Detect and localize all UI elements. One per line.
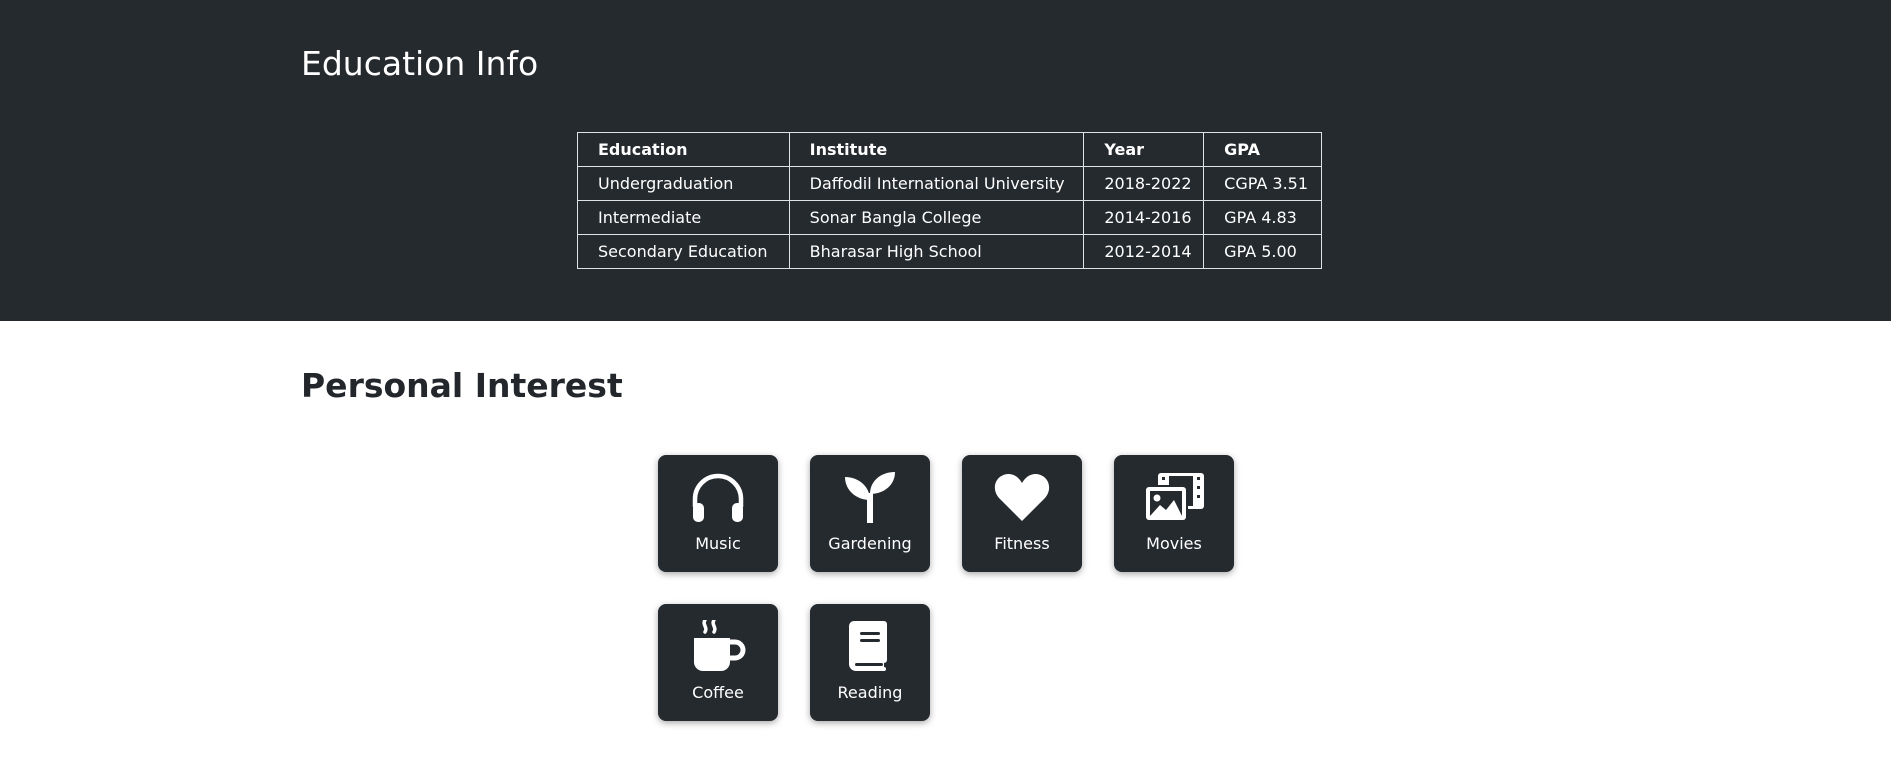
table-row: Undergraduation Daffodil International U… <box>577 166 1322 201</box>
gpa-cell: GPA 4.83 <box>1203 200 1322 235</box>
heart-icon <box>994 474 1050 521</box>
table-header-row: Education Institute Year GPA <box>577 132 1322 167</box>
institute-cell: Sonar Bangla College <box>788 200 1085 235</box>
year-cell: 2014-2016 <box>1083 200 1205 235</box>
interest-title: Personal Interest <box>301 366 623 405</box>
institute-cell: Daffodil International University <box>788 166 1085 201</box>
education-cell: Intermediate <box>577 200 790 235</box>
interest-label: Movies <box>1146 534 1202 553</box>
interest-card-music[interactable]: Music <box>658 455 778 572</box>
interest-card-gardening[interactable]: Gardening <box>810 455 930 572</box>
table-row: Intermediate Sonar Bangla College 2014-2… <box>577 200 1322 235</box>
interest-label: Reading <box>837 683 903 702</box>
column-header-year: Year <box>1083 132 1205 167</box>
column-header-institute: Institute <box>788 132 1085 167</box>
gpa-cell: GPA 5.00 <box>1203 234 1322 269</box>
table-row: Secondary Education Bharasar High School… <box>577 234 1322 269</box>
column-header-education: Education <box>577 132 790 167</box>
gpa-cell: CGPA 3.51 <box>1203 166 1322 201</box>
headphones-icon <box>692 473 744 522</box>
education-table: Education Institute Year GPA Undergradua… <box>577 132 1322 269</box>
interest-label: Fitness <box>994 534 1050 553</box>
interest-card-reading[interactable]: Reading <box>810 604 930 721</box>
interest-card-fitness[interactable]: Fitness <box>962 455 1082 572</box>
education-cell: Secondary Education <box>577 234 790 269</box>
education-title: Education Info <box>301 44 539 83</box>
column-header-gpa: GPA <box>1203 132 1322 167</box>
education-section: Education Info Education Institute Year … <box>0 0 1891 321</box>
year-cell: 2018-2022 <box>1083 166 1205 201</box>
institute-cell: Bharasar High School <box>788 234 1085 269</box>
education-cell: Undergraduation <box>577 166 790 201</box>
interest-card-movies[interactable]: Movies <box>1114 455 1234 572</box>
interest-label: Coffee <box>692 683 744 702</box>
photo-film-icon <box>1144 473 1204 522</box>
book-icon <box>849 621 887 671</box>
mug-hot-icon <box>694 620 746 671</box>
interest-card-coffee[interactable]: Coffee <box>658 604 778 721</box>
year-cell: 2012-2014 <box>1083 234 1205 269</box>
seedling-icon <box>845 472 895 523</box>
interest-label: Gardening <box>828 534 912 553</box>
interest-label: Music <box>695 534 741 553</box>
